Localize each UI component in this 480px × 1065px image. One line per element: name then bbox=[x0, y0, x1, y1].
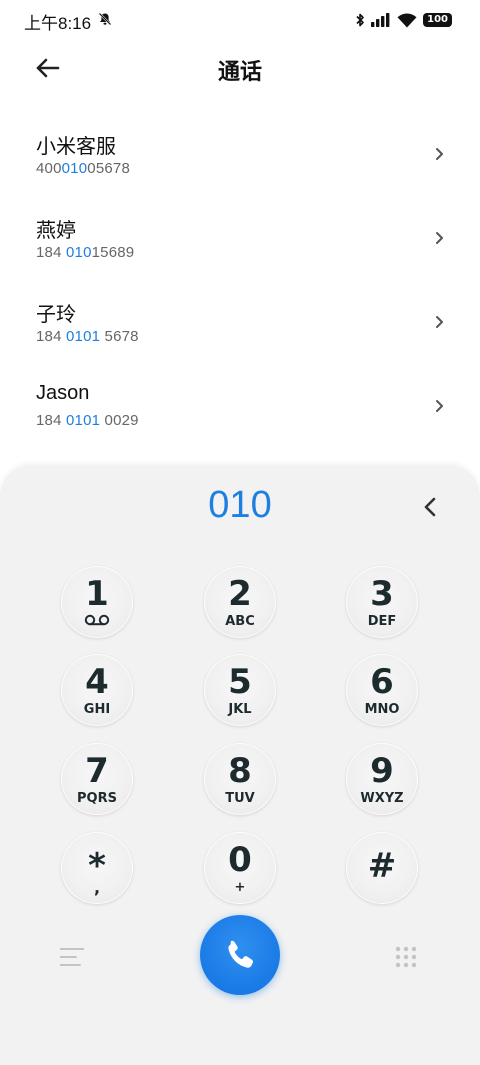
key-digit: 5 bbox=[228, 662, 252, 702]
contact-name: 小米客服 bbox=[36, 136, 116, 158]
contact-item[interactable]: 燕婷 184 01015689 bbox=[0, 196, 480, 280]
contact-name: Jason bbox=[36, 382, 90, 404]
key-letters: DEF bbox=[367, 614, 397, 629]
key-4[interactable]: 4 GHI bbox=[61, 654, 133, 726]
key-letters: ABC bbox=[225, 614, 255, 629]
key-star[interactable]: * , bbox=[61, 832, 133, 904]
bell-muted-icon bbox=[98, 12, 112, 26]
key-digit: 0 bbox=[228, 840, 252, 880]
key-letters: GHI bbox=[83, 702, 111, 717]
call-button[interactable] bbox=[200, 915, 280, 995]
contact-number: 184 0101 0029 bbox=[36, 412, 139, 429]
chevron-right-icon bbox=[436, 148, 443, 160]
chevron-right-icon bbox=[436, 316, 443, 328]
bluetooth-icon bbox=[356, 13, 364, 27]
key-letters: MNO bbox=[364, 702, 400, 717]
key-digit: 7 bbox=[85, 751, 109, 791]
key-letters: JKL bbox=[228, 702, 252, 717]
key-digit: 4 bbox=[85, 662, 109, 702]
key-letters: , bbox=[93, 878, 101, 897]
status-time: 上午8:16 bbox=[24, 14, 92, 33]
key-letters: PQRS bbox=[77, 791, 117, 806]
contact-number: 184 0101 5678 bbox=[36, 328, 139, 345]
contact-name: 燕婷 bbox=[36, 220, 76, 242]
key-3[interactable]: 3 DEF bbox=[346, 566, 418, 638]
key-1[interactable]: 1 bbox=[61, 566, 133, 638]
contact-item[interactable]: Jason 184 0101 0029 bbox=[0, 364, 480, 448]
key-digit: 2 bbox=[228, 574, 252, 614]
key-hash[interactable]: # bbox=[346, 832, 418, 904]
key-5[interactable]: 5 JKL bbox=[204, 654, 276, 726]
key-7[interactable]: 7 PQRS bbox=[61, 743, 133, 815]
contact-number: 184 01015689 bbox=[36, 244, 135, 261]
key-letters: + bbox=[234, 880, 246, 895]
key-digit: 6 bbox=[370, 662, 394, 702]
menu-icon[interactable] bbox=[60, 946, 84, 968]
chevron-right-icon bbox=[436, 400, 443, 412]
backspace-icon[interactable] bbox=[420, 494, 440, 520]
voicemail-icon bbox=[84, 614, 110, 626]
key-0[interactable]: 0 + bbox=[204, 832, 276, 904]
chevron-right-icon bbox=[436, 232, 443, 244]
key-digit: # bbox=[367, 846, 397, 886]
dialpad-icon[interactable] bbox=[395, 946, 417, 968]
key-letters: TUV bbox=[225, 791, 255, 806]
key-9[interactable]: 9 WXYZ bbox=[346, 743, 418, 815]
contact-item[interactable]: 子玲 184 0101 5678 bbox=[0, 280, 480, 364]
contact-item[interactable]: 小米客服 40001005678 bbox=[0, 112, 480, 196]
contact-number: 40001005678 bbox=[36, 160, 130, 177]
key-digit: 3 bbox=[370, 574, 394, 614]
key-digit: 1 bbox=[85, 574, 109, 614]
key-digit: 9 bbox=[370, 751, 394, 791]
key-8[interactable]: 8 TUV bbox=[204, 743, 276, 815]
signal-icon bbox=[371, 13, 390, 27]
key-letters: WXYZ bbox=[360, 791, 404, 806]
status-bar: 上午8:16 100 bbox=[0, 0, 480, 40]
battery-indicator: 100 bbox=[423, 13, 452, 27]
contact-list: 小米客服 40001005678 燕婷 184 01015689 子玲 184 … bbox=[0, 112, 480, 448]
contact-name: 子玲 bbox=[36, 304, 76, 326]
phone-icon bbox=[228, 940, 253, 968]
page-title: 通话 bbox=[217, 59, 262, 84]
wifi-icon bbox=[397, 12, 417, 27]
key-6[interactable]: 6 MNO bbox=[346, 654, 418, 726]
key-2[interactable]: 2 ABC bbox=[204, 566, 276, 638]
key-digit: 8 bbox=[228, 751, 252, 791]
dialed-number[interactable]: 010 bbox=[0, 484, 480, 527]
